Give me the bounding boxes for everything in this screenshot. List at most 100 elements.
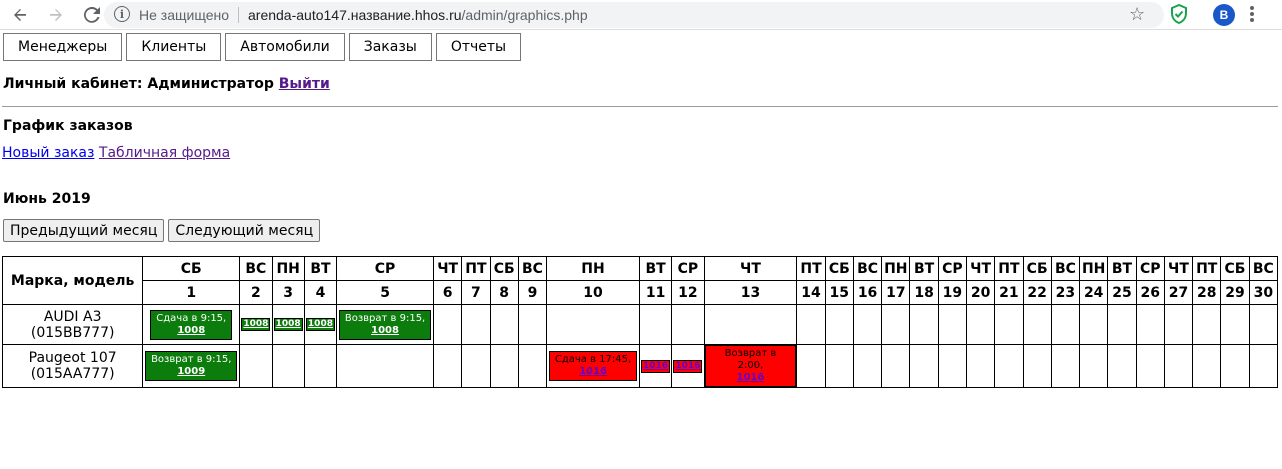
next-month-button[interactable]: Следующий месяц [168,219,321,242]
day-of-week-header: ВС [1248,256,1279,281]
day-number-header: 13 [703,280,798,305]
day-number-header: 3 [271,280,305,305]
info-icon[interactable]: i [114,6,130,22]
nav-reports-button[interactable]: Отчеты [435,33,522,61]
order-link[interactable]: 1016 [675,361,700,371]
day-of-week-header: ПН [546,256,640,281]
top-navigation: Менеджеры Клиенты Автомобили Заказы Отче… [0,33,1282,61]
bookmark-star-icon[interactable]: ☆ [1129,4,1145,25]
day-cell [703,304,798,345]
day-cell: 1016 [671,344,705,388]
day-cell [239,344,273,388]
day-number-header: 19 [937,280,967,305]
day-cell [852,344,883,388]
schedule-table: Марка, модель СБ ВС ПН ВТ СР ЧТ ПТ СБ ВС ПН ВТ СР ЧТ П… [1,256,1279,388]
day-cell: Возврат в 9:15, 1008 [336,304,435,345]
day-cell [461,344,491,388]
shield-extension-icon[interactable] [1171,3,1187,28]
nav-orders-button[interactable]: Заказы [348,33,432,61]
day-of-week-header: СР [1135,256,1165,281]
day-cell: 1008 [239,304,273,345]
day-cell: Сдача в 17:45, 1016 [546,344,640,388]
order-block: Сдача в 17:45, 1016 [548,351,638,381]
day-number-header: 16 [852,280,883,305]
day-number-header: 4 [303,280,338,305]
day-of-week-header: ЧТ [1163,256,1194,281]
day-cell [1248,344,1279,388]
reload-icon [84,6,100,23]
day-cell [489,344,519,388]
day-cell [1050,344,1081,388]
day-cell: 1016 [638,344,673,388]
day-of-week-header: СБ [489,256,519,281]
browser-toolbar: Не защищено arenda-auto147.название.hhos… [0,0,1282,30]
address-bar[interactable]: Не защищено arenda-auto147.название.hhos… [104,2,1164,28]
day-number-header: 28 [1192,280,1222,305]
day-of-week-header: ПН [881,256,911,281]
order-link[interactable]: 1008 [371,325,399,336]
forward-button[interactable] [42,1,70,29]
day-cell [1022,304,1052,345]
day-cell [638,304,673,345]
day-cell [937,304,967,345]
day-cell [824,304,854,345]
order-link[interactable]: 1016 [643,361,668,371]
order-block: 1016 [641,359,671,373]
day-of-week-header: СБ [1022,256,1052,281]
order-link[interactable]: 1016 [737,372,765,383]
day-cell: Возврат в 2:00, 1016 [703,344,798,388]
car-plate: (015AA777) [30,366,115,382]
car-plate: (015BB777) [30,324,115,341]
day-of-week-header: СР [336,256,435,281]
nav-clients-button[interactable]: Клиенты [126,33,222,61]
day-number-header: 17 [881,280,911,305]
day-cell [909,344,939,388]
logout-link[interactable]: Выйти [279,76,330,92]
order-block: Сдача в 9:15, 1008 [150,309,233,340]
day-number-header: 12 [671,280,705,305]
divider [2,106,1278,107]
day-cell [1079,344,1109,388]
profile-avatar[interactable]: B [1213,4,1235,26]
day-cell [671,304,705,345]
order-link[interactable]: 1016 [579,366,607,377]
insecure-label: Не защищено [139,7,229,23]
order-link[interactable]: 1008 [177,325,205,336]
day-cell [1107,344,1137,388]
table-form-link[interactable]: Табличная форма [99,145,230,161]
day-number-header: 8 [489,280,519,305]
order-link[interactable]: 1008 [276,319,301,329]
day-cell: 1008 [303,304,338,345]
day-cell [1107,304,1137,345]
cabinet-label: Личный кабинет: Администратор [3,76,274,92]
day-cell [1220,344,1250,388]
day-of-week-header: ВС [1050,256,1081,281]
day-number-header: 5 [336,280,435,305]
day-cell [1220,304,1250,345]
order-link[interactable]: 1008 [243,319,268,329]
new-order-link[interactable]: Новый заказ [2,145,94,161]
day-number-header: 7 [461,280,491,305]
order-event-text: Возврат в 9:15, [151,354,232,365]
order-block: Возврат в 9:15, 1008 [338,309,432,340]
day-cell [881,304,911,345]
day-number-header: 1 [142,280,241,305]
car-model-cell: AUDI A3 (015BB777) [1,304,144,345]
nav-cars-button[interactable]: Автомобили [225,33,345,61]
month-navigation: Предыдущий месяц Следующий месяц [3,219,321,242]
day-cell [965,344,996,388]
reload-button[interactable] [78,1,106,29]
order-link[interactable]: 1009 [177,366,205,377]
day-number-header: 22 [1022,280,1052,305]
back-button[interactable] [6,1,34,29]
order-link[interactable]: 1008 [308,319,333,329]
day-cell [1022,344,1052,388]
day-number-header: 6 [433,280,463,305]
day-cell [433,344,463,388]
menu-kebab-icon[interactable] [1250,6,1254,24]
nav-managers-button[interactable]: Менеджеры [3,33,123,61]
day-cell [881,344,911,388]
day-cell [994,344,1024,388]
day-cell [489,304,519,345]
prev-month-button[interactable]: Предыдущий месяц [3,219,165,242]
